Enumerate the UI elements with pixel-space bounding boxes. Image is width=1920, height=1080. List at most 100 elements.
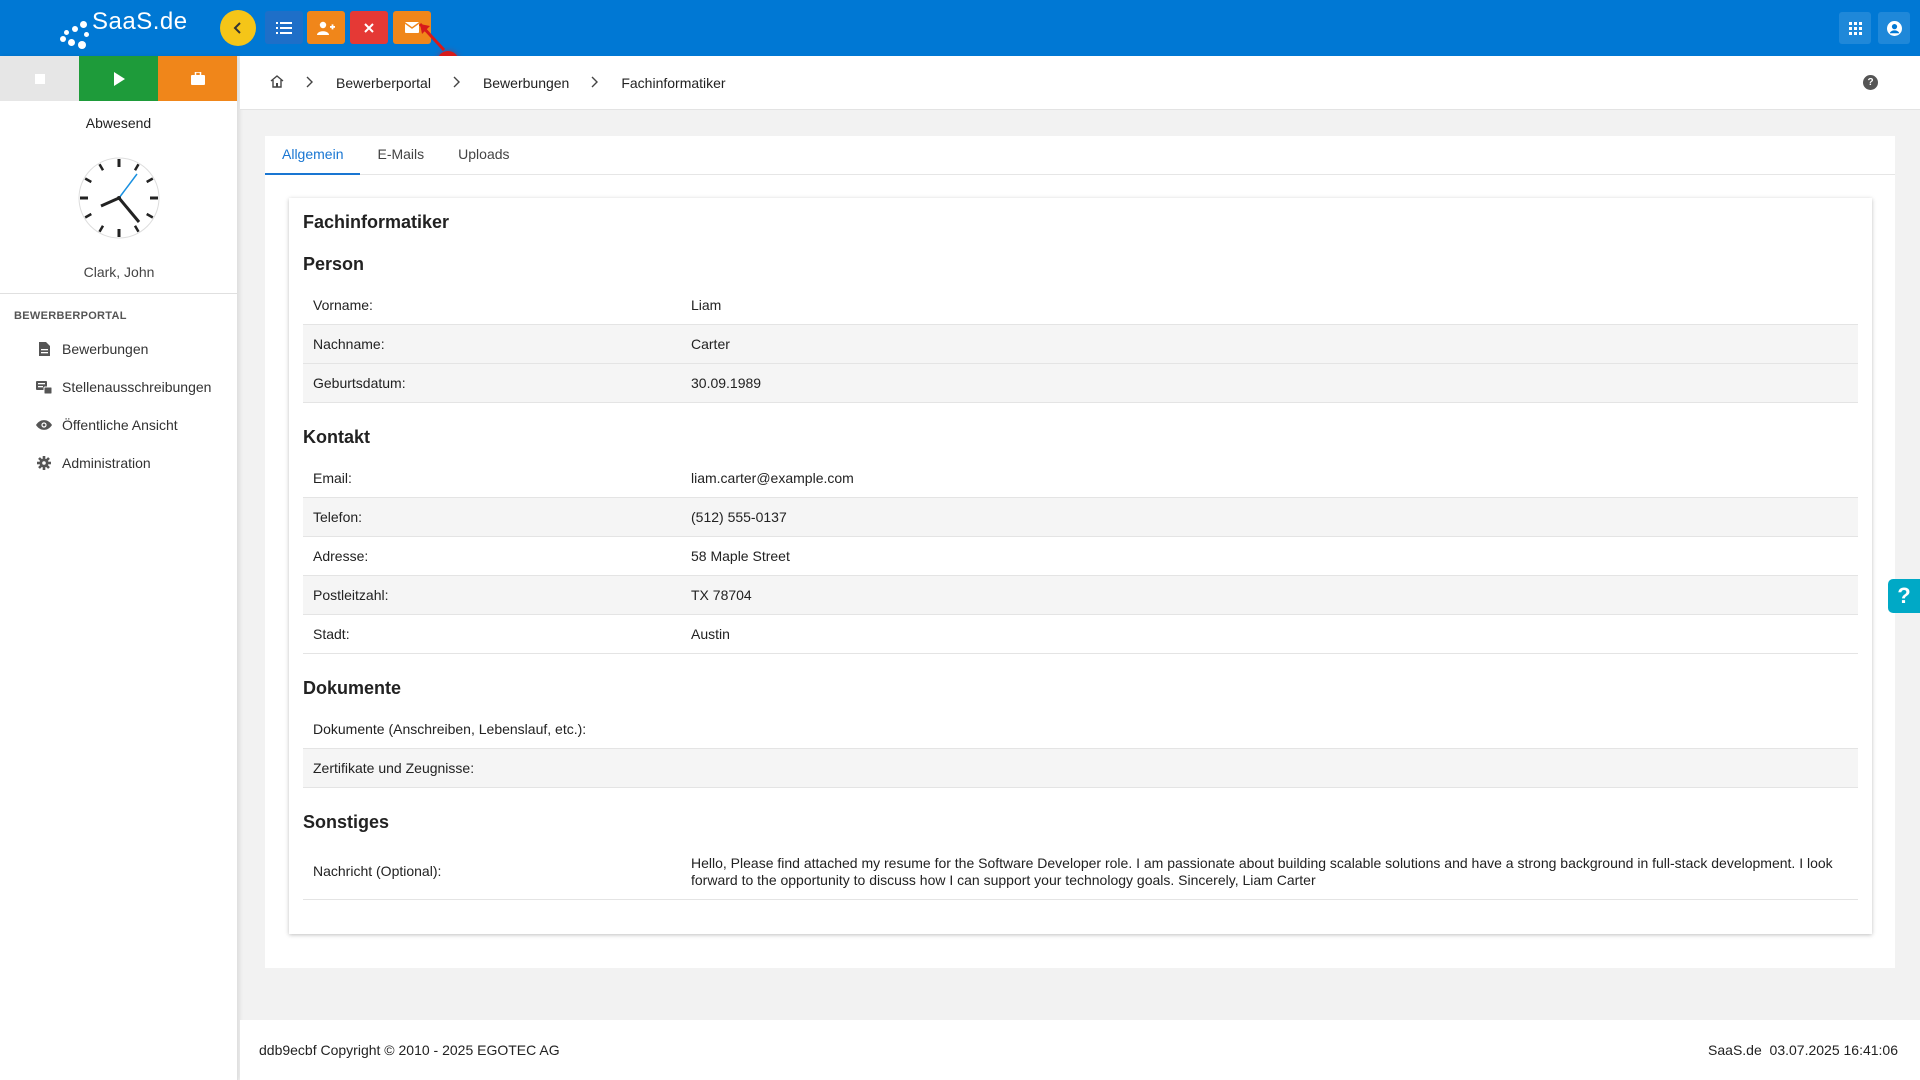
- field-row-geburtsdatum: Geburtsdatum: 30.09.1989: [303, 364, 1858, 403]
- sidebar-section-title: BEWERBERPORTAL: [14, 310, 127, 322]
- clock-icon: [78, 157, 160, 239]
- breadcrumb-bar: Bewerberportal Bewerbungen Fachinformati…: [240, 56, 1920, 110]
- field-value: 58 Maple Street: [691, 548, 790, 564]
- sidebar-item-oeffentliche-ansicht[interactable]: Öffentliche Ansicht: [0, 406, 238, 444]
- chevron-left-icon: [233, 22, 241, 34]
- briefcase-button[interactable]: [158, 56, 237, 101]
- close-button[interactable]: [350, 11, 388, 44]
- section-sonstiges-title: Sonstiges: [303, 812, 390, 832]
- grid-icon: [1848, 21, 1862, 35]
- stop-icon: [34, 73, 45, 84]
- record-title: Fachinformatiker: [303, 212, 450, 232]
- field-value: (512) 555-0137: [691, 509, 787, 525]
- field-value: TX 78704: [691, 587, 752, 603]
- back-button[interactable]: [220, 10, 256, 46]
- field-value: 30.09.1989: [691, 375, 762, 391]
- field-value: Hello, Please find attached my resume fo…: [691, 854, 1833, 888]
- field-label: Geburtsdatum:: [313, 375, 406, 391]
- play-button[interactable]: [79, 56, 158, 101]
- tab-bar: Allgemein E-Mails Uploads: [265, 136, 1895, 175]
- list-button[interactable]: [265, 11, 303, 44]
- field-label: Dokumente (Anschreiben, Lebenslauf, etc.…: [313, 721, 587, 737]
- chevron-right-icon: [306, 75, 314, 91]
- user-menu-button[interactable]: [1878, 12, 1910, 44]
- eye-icon: [36, 417, 52, 433]
- sidebar-item-label: Stellenausschreibungen: [62, 379, 212, 395]
- play-icon: [113, 71, 125, 86]
- home-icon[interactable]: [270, 75, 284, 91]
- field-label: Stadt:: [313, 626, 350, 642]
- field-row-nachricht: Nachricht (Optional): Hello, Please find…: [303, 844, 1858, 900]
- field-row-vorname: Vorname: Liam: [303, 286, 1858, 325]
- field-value: Liam: [691, 297, 722, 313]
- saas-logo[interactable]: SaaS.de: [58, 6, 188, 50]
- breadcrumb-item-bewerberportal[interactable]: Bewerberportal: [336, 75, 431, 91]
- sidebar: Abwesend Clark, John BEWERBERPORTAL Bewe…: [0, 56, 238, 1080]
- field-value: liam.carter@example.com: [691, 470, 854, 486]
- floating-help-button[interactable]: ?: [1888, 579, 1920, 613]
- field-label: Zertifikate und Zeugnisse:: [313, 760, 475, 776]
- add-user-button[interactable]: [307, 11, 345, 44]
- top-bar: SaaS.de 1: [0, 0, 1920, 73]
- field-label: Adresse:: [313, 548, 369, 564]
- field-row-dokumente: Dokumente (Anschreiben, Lebenslauf, etc.…: [303, 710, 1858, 749]
- sidebar-item-bewerbungen[interactable]: Bewerbungen: [0, 330, 238, 368]
- main-area: Bewerberportal Bewerbungen Fachinformati…: [240, 56, 1920, 1080]
- field-row-zertifikate: Zertifikate und Zeugnisse:: [303, 749, 1858, 788]
- tab-allgemein[interactable]: Allgemein: [265, 136, 361, 175]
- question-icon: ?: [1897, 583, 1911, 608]
- user-name: Clark, John: [83, 264, 155, 280]
- field-row-postleitzahl: Postleitzahl: TX 78704: [303, 576, 1858, 615]
- sidebar-item-label: Bewerbungen: [62, 341, 149, 357]
- record-card: Fachinformatiker Person Vorname: Liam Na…: [289, 198, 1872, 934]
- status-buttons: [0, 56, 237, 101]
- field-label: Nachname:: [313, 336, 385, 352]
- section-person-title: Person: [303, 254, 365, 274]
- apps-button[interactable]: [1839, 12, 1871, 44]
- footer-copyright: ddb9ecbf Copyright © 2010 - 2025 EGOTEC …: [259, 1042, 560, 1058]
- stop-button[interactable]: [0, 56, 79, 101]
- field-row-stadt: Stadt: Austin: [303, 615, 1858, 654]
- field-row-adresse: Adresse: 58 Maple Street: [303, 537, 1858, 576]
- tab-emails[interactable]: E-Mails: [360, 136, 441, 175]
- field-value: Carter: [691, 336, 730, 352]
- field-row-email: Email: liam.carter@example.com: [303, 459, 1858, 498]
- field-row-nachname: Nachname: Carter: [303, 325, 1858, 364]
- content-panel: Allgemein E-Mails Uploads Fachinformatik…: [265, 136, 1895, 968]
- footer-timestamp: SaaS.de 03.07.2025 16:41:06: [1708, 1042, 1898, 1058]
- document-icon: [36, 341, 52, 357]
- sidebar-item-label: Administration: [62, 455, 151, 471]
- breadcrumb-item-bewerbungen[interactable]: Bewerbungen: [483, 75, 569, 91]
- sidebar-item-stellenausschreibungen[interactable]: Stellenausschreibungen: [0, 368, 238, 406]
- field-label: Email:: [313, 470, 352, 486]
- footer: ddb9ecbf Copyright © 2010 - 2025 EGOTEC …: [240, 1020, 1920, 1080]
- breadcrumb-item-current: Fachinformatiker: [621, 75, 726, 91]
- field-label: Postleitzahl:: [313, 587, 389, 603]
- briefcase-icon: [190, 72, 205, 85]
- list-icon: [276, 21, 292, 34]
- breadcrumb: Bewerberportal Bewerbungen Fachinformati…: [270, 56, 726, 110]
- job-icon: [36, 379, 52, 395]
- section-dokumente-title: Dokumente: [303, 678, 402, 698]
- envelope-icon: [405, 22, 419, 33]
- field-label: Vorname:: [313, 297, 373, 313]
- tab-uploads[interactable]: Uploads: [441, 136, 526, 175]
- field-row-telefon: Telefon: (512) 555-0137: [303, 498, 1858, 537]
- user-plus-icon: [317, 21, 335, 35]
- close-icon: [364, 22, 374, 33]
- field-label: Nachricht (Optional):: [313, 863, 442, 879]
- section-kontakt-title: Kontakt: [303, 427, 370, 447]
- sidebar-item-administration[interactable]: Administration: [0, 444, 238, 482]
- chevron-right-icon: [453, 75, 461, 91]
- logo-text: SaaS.de: [92, 8, 188, 35]
- field-label: Telefon:: [313, 509, 363, 525]
- sidebar-divider: [0, 293, 238, 294]
- chevron-right-icon: [591, 75, 599, 91]
- sidebar-item-label: Öffentliche Ansicht: [62, 417, 178, 433]
- gear-icon: [36, 455, 52, 471]
- user-circle-icon: [1886, 20, 1902, 36]
- status-label: Abwesend: [85, 115, 152, 131]
- field-value: Austin: [691, 626, 730, 642]
- help-icon[interactable]: ?: [1863, 75, 1878, 90]
- sidebar-nav: Bewerbungen Stellenausschreibungen Öffen…: [0, 330, 238, 482]
